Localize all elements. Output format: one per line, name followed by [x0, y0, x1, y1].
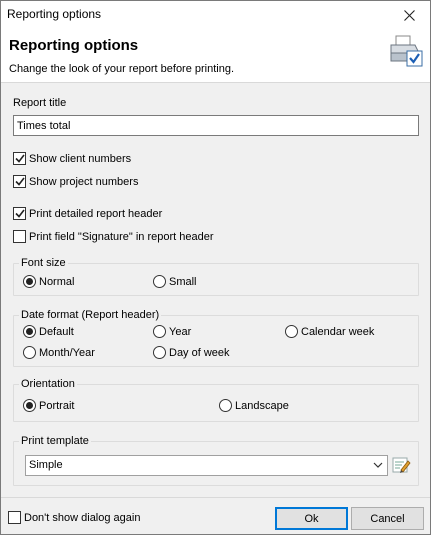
report-title-input[interactable] [13, 115, 419, 136]
dialog-header: Reporting options Change the look of you… [1, 29, 430, 83]
checkbox-label: Don't show dialog again [24, 511, 141, 524]
check-icon [14, 209, 25, 218]
radio-label: Month/Year [39, 346, 95, 359]
print-template-group-label: Print template [19, 435, 91, 447]
radio-circle[interactable] [153, 275, 166, 288]
orientation-landscape-radio[interactable]: Landscape [219, 399, 289, 412]
font-size-normal-radio[interactable]: Normal [23, 275, 74, 288]
print-signature-checkbox[interactable]: Print field "Signature" in report header [13, 230, 214, 243]
checkbox-label: Print detailed report header [29, 207, 163, 220]
date-format-group-label: Date format (Report header) [19, 309, 162, 321]
radio-label: Calendar week [301, 325, 375, 338]
show-client-numbers-checkbox[interactable]: Show client numbers [13, 152, 131, 165]
dont-show-again-checkbox[interactable]: Don't show dialog again [8, 511, 140, 524]
radio-circle[interactable] [219, 399, 232, 412]
checkbox-box[interactable] [8, 511, 21, 524]
date-format-default-radio[interactable]: Default [23, 325, 74, 338]
ok-button[interactable]: Ok [275, 507, 348, 530]
checkbox-label: Show project numbers [29, 175, 139, 188]
checkbox-label: Show client numbers [29, 152, 132, 165]
orientation-portrait-radio[interactable]: Portrait [23, 399, 74, 412]
print-template-select[interactable]: Simple [25, 455, 388, 476]
radio-label: Normal [39, 275, 75, 288]
check-icon [14, 177, 25, 186]
close-button[interactable] [388, 1, 430, 29]
radio-circle[interactable] [23, 325, 36, 338]
printer-check-icon [390, 35, 423, 67]
date-format-calendar-week-radio[interactable]: Calendar week [285, 325, 374, 338]
date-format-year-radio[interactable]: Year [153, 325, 191, 338]
footer-divider [1, 497, 430, 498]
radio-circle[interactable] [23, 399, 36, 412]
cancel-button-label: Cancel [370, 512, 405, 525]
ok-button-label: Ok [304, 512, 319, 525]
font-size-small-radio[interactable]: Small [153, 275, 197, 288]
radio-label: Year [169, 325, 192, 338]
date-format-day-of-week-radio[interactable]: Day of week [153, 346, 230, 359]
report-title-label-text: Report title [13, 97, 67, 109]
checkbox-box[interactable] [13, 230, 26, 243]
font-size-group-label: Font size [19, 257, 68, 269]
radio-label: Day of week [169, 346, 230, 359]
title-bar: Reporting options [1, 1, 430, 29]
checkbox-box[interactable] [13, 175, 26, 188]
radio-circle[interactable] [23, 346, 36, 359]
report-title-label: Report title [13, 97, 66, 109]
cancel-button[interactable]: Cancel [351, 507, 424, 530]
orientation-group-label: Orientation [19, 378, 77, 390]
date-format-group [13, 315, 419, 367]
print-detailed-header-checkbox[interactable]: Print detailed report header [13, 207, 162, 220]
show-project-numbers-checkbox[interactable]: Show project numbers [13, 175, 138, 188]
radio-circle[interactable] [153, 346, 166, 359]
edit-template-icon[interactable] [391, 455, 411, 476]
radio-label: Portrait [39, 399, 75, 412]
radio-label: Landscape [235, 399, 289, 412]
checkbox-box[interactable] [13, 152, 26, 165]
radio-circle[interactable] [23, 275, 36, 288]
checkbox-box[interactable] [13, 207, 26, 220]
radio-label: Small [169, 275, 197, 288]
window-title: Reporting options [7, 7, 102, 21]
radio-circle[interactable] [153, 325, 166, 338]
header-heading: Reporting options [9, 37, 139, 54]
radio-label: Default [39, 325, 74, 338]
radio-circle[interactable] [285, 325, 298, 338]
header-subheading: Change the look of your report before pr… [9, 63, 235, 75]
checkbox-label: Print field "Signature" in report header [29, 230, 214, 243]
date-format-month-year-radio[interactable]: Month/Year [23, 346, 95, 359]
close-icon[interactable] [403, 9, 415, 21]
print-template-value: Simple [29, 459, 63, 471]
chevron-down-icon[interactable] [373, 460, 383, 470]
reporting-options-dialog: Reporting options Reporting options Chan… [0, 0, 431, 535]
check-icon [14, 154, 25, 163]
